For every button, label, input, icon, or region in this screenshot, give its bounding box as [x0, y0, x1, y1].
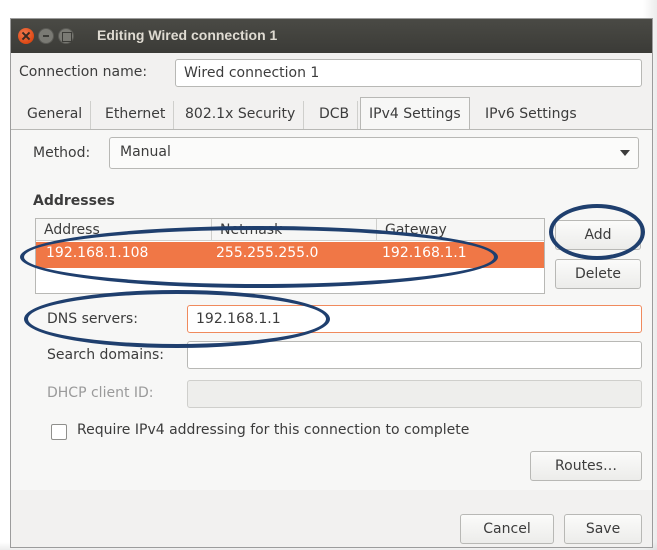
dns-servers-label: DNS servers: — [47, 311, 138, 327]
add-address-button[interactable]: Add — [555, 220, 641, 250]
table-row[interactable]: 192.168.1.108 255.255.255.0 192.168.1.1 — [36, 242, 544, 268]
addresses-title: Addresses — [33, 193, 115, 209]
tab-bar: General Ethernet 802.1x Security DCB IPv… — [11, 97, 652, 131]
routes-button[interactable]: Routes… — [530, 451, 642, 481]
edit-connection-window: Editing Wired connection 1 Connection na… — [10, 18, 653, 548]
tab-ipv6-settings[interactable]: IPv6 Settings — [477, 101, 585, 129]
delete-address-button[interactable]: Delete — [555, 259, 641, 289]
column-header-address[interactable]: Address — [36, 219, 212, 241]
method-select-value: Manual — [120, 144, 171, 160]
title-bar: Editing Wired connection 1 — [11, 19, 652, 53]
save-button[interactable]: Save — [564, 514, 642, 544]
minimize-icon[interactable] — [38, 28, 54, 44]
connection-name-input[interactable] — [175, 59, 642, 87]
row-gateway: 192.168.1.1 — [382, 245, 467, 261]
chevron-down-icon — [620, 150, 630, 156]
row-netmask: 255.255.255.0 — [216, 245, 319, 261]
search-domains-input[interactable] — [187, 341, 642, 369]
tab-dcb[interactable]: DCB — [311, 101, 359, 129]
require-ipv4-label: Require IPv4 addressing for this connect… — [77, 422, 470, 438]
dhcp-client-id-label: DHCP client ID: — [47, 385, 154, 401]
require-ipv4-checkbox[interactable] — [51, 424, 67, 440]
method-select[interactable]: Manual — [109, 137, 639, 169]
search-domains-label: Search domains: — [47, 347, 164, 363]
addresses-table[interactable]: Address Netmask Gateway 192.168.1.108 25… — [35, 218, 545, 294]
method-label: Method: — [33, 145, 91, 161]
connection-name-label: Connection name: — [19, 64, 148, 80]
cancel-button[interactable]: Cancel — [460, 514, 554, 544]
row-address: 192.168.1.108 — [46, 245, 149, 261]
column-header-gateway[interactable]: Gateway — [377, 219, 544, 241]
tab-8021x-security[interactable]: 802.1x Security — [177, 101, 305, 129]
column-header-netmask[interactable]: Netmask — [212, 219, 377, 241]
tab-general[interactable]: General — [19, 101, 92, 129]
dhcp-client-id-input — [187, 380, 642, 408]
tab-ipv4-settings[interactable]: IPv4 Settings — [360, 97, 470, 131]
maximize-icon[interactable] — [58, 28, 74, 44]
window-title: Editing Wired connection 1 — [97, 27, 278, 43]
dns-servers-input[interactable] — [187, 305, 642, 333]
close-icon[interactable] — [18, 28, 34, 44]
tab-ethernet[interactable]: Ethernet — [97, 101, 175, 129]
